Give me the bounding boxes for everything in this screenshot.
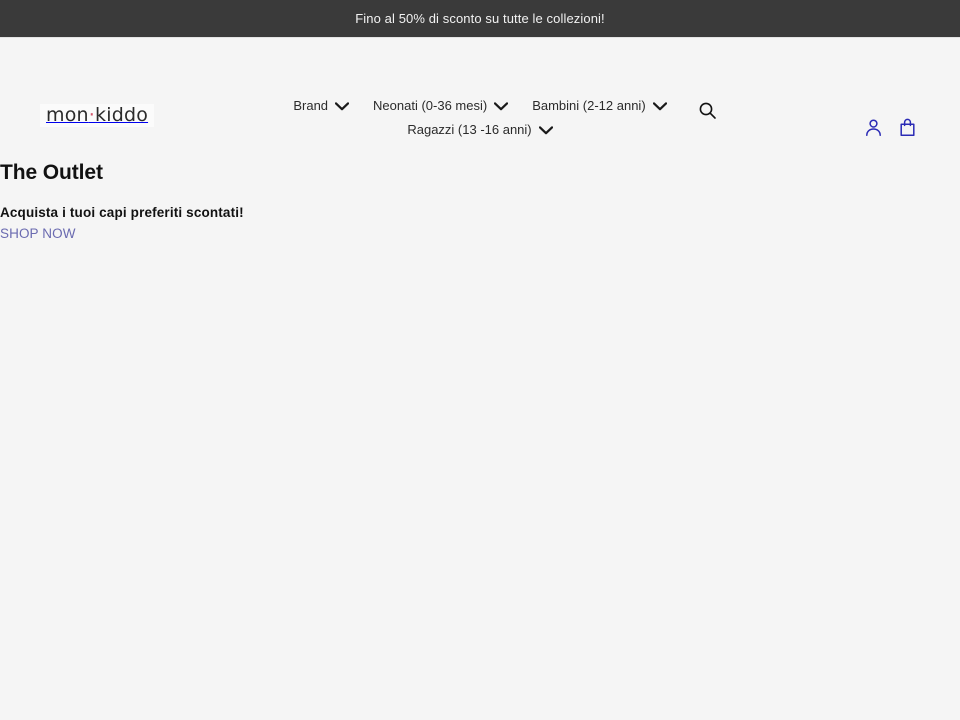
logo-text-before-dot: mon [46, 104, 89, 126]
chevron-down-icon [494, 101, 509, 111]
logo-text-after-dot: kiddo [95, 104, 149, 126]
announcement-text: Fino al 50% di sconto su tutte le collez… [355, 11, 605, 26]
nav-item-bambini[interactable]: Bambini (2-12 anni) [532, 96, 667, 116]
main-content: The Outlet Acquista i tuoi capi preferit… [0, 129, 960, 720]
search-button[interactable] [698, 100, 718, 120]
site-logo-text: mon·kiddo [46, 104, 148, 126]
account-icon [865, 118, 882, 137]
nav-item-label: Bambini (2-12 anni) [532, 98, 646, 113]
chevron-down-icon [335, 101, 350, 111]
page-subtitle: Acquista i tuoi capi preferiti scontati! [0, 205, 244, 221]
header-icon-group [865, 118, 916, 137]
chevron-down-icon [652, 101, 667, 111]
site-header: mon·kiddo Brand Neonati (0-36 mesi) Bamb… [0, 38, 960, 137]
chevron-down-icon [538, 125, 553, 135]
search-icon [698, 101, 718, 120]
site-logo[interactable]: mon·kiddo [40, 104, 155, 127]
nav-item-label: Ragazzi (13 -16 anni) [407, 122, 532, 137]
nav-item-ragazzi[interactable]: Ragazzi (13 -16 anni) [407, 120, 553, 140]
nav-item-brand[interactable]: Brand [293, 96, 350, 116]
announcement-bar: Fino al 50% di sconto su tutte le collez… [0, 0, 960, 38]
nav-item-label: Brand [293, 98, 329, 113]
nav-item-neonati[interactable]: Neonati (0-36 mesi) [373, 96, 509, 116]
shop-now-link[interactable]: SHOP NOW [0, 225, 76, 243]
main-navigation: Brand Neonati (0-36 mesi) Bambini (2-12 … [220, 96, 740, 140]
nav-item-label: Neonati (0-36 mesi) [373, 98, 488, 113]
cart-icon [899, 118, 916, 137]
cart-link[interactable] [899, 118, 916, 137]
account-link[interactable] [865, 118, 882, 137]
